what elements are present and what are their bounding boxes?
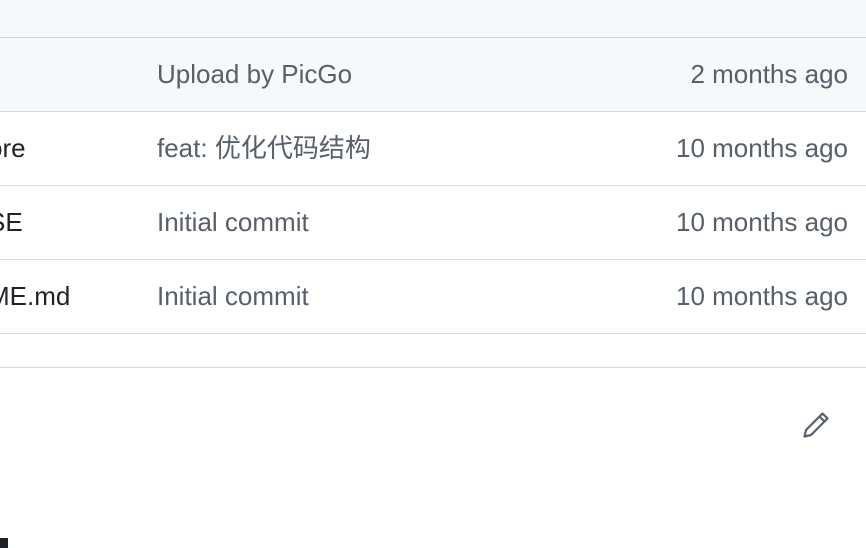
commit-message-link[interactable]: Initial commit — [157, 186, 309, 259]
commit-age[interactable]: 10 months ago — [676, 186, 848, 259]
commit-message-link[interactable]: feat: 优化代码结构 — [157, 112, 371, 185]
commit-message-link[interactable]: Upload by PicGo — [157, 38, 352, 111]
file-row[interactable]: ME.md Initial commit 10 months ago — [0, 260, 866, 334]
edit-file-button[interactable] — [796, 405, 836, 445]
file-row[interactable]: Upload by PicGo 2 months ago — [0, 38, 866, 112]
file-row[interactable]: SE Initial commit 10 months ago — [0, 186, 866, 260]
readme-header: d — [0, 369, 866, 479]
commit-age[interactable]: 10 months ago — [676, 112, 848, 185]
file-row[interactable]: ore feat: 优化代码结构 10 months ago — [0, 112, 866, 186]
file-name-link[interactable]: SE — [0, 186, 23, 259]
readme-heading-fragment — [0, 538, 8, 548]
file-name-link[interactable]: ME.md — [0, 260, 70, 333]
commit-age[interactable]: 2 months ago — [690, 38, 848, 111]
repository-page: Upload by PicGo 2 months ago ore feat: 优… — [0, 0, 866, 548]
file-list-header — [0, 0, 866, 38]
file-name-link[interactable]: ore — [0, 112, 26, 185]
file-list-footer — [0, 334, 866, 368]
commit-message-link[interactable]: Initial commit — [157, 260, 309, 333]
pencil-icon — [801, 410, 831, 440]
commit-age[interactable]: 10 months ago — [676, 260, 848, 333]
